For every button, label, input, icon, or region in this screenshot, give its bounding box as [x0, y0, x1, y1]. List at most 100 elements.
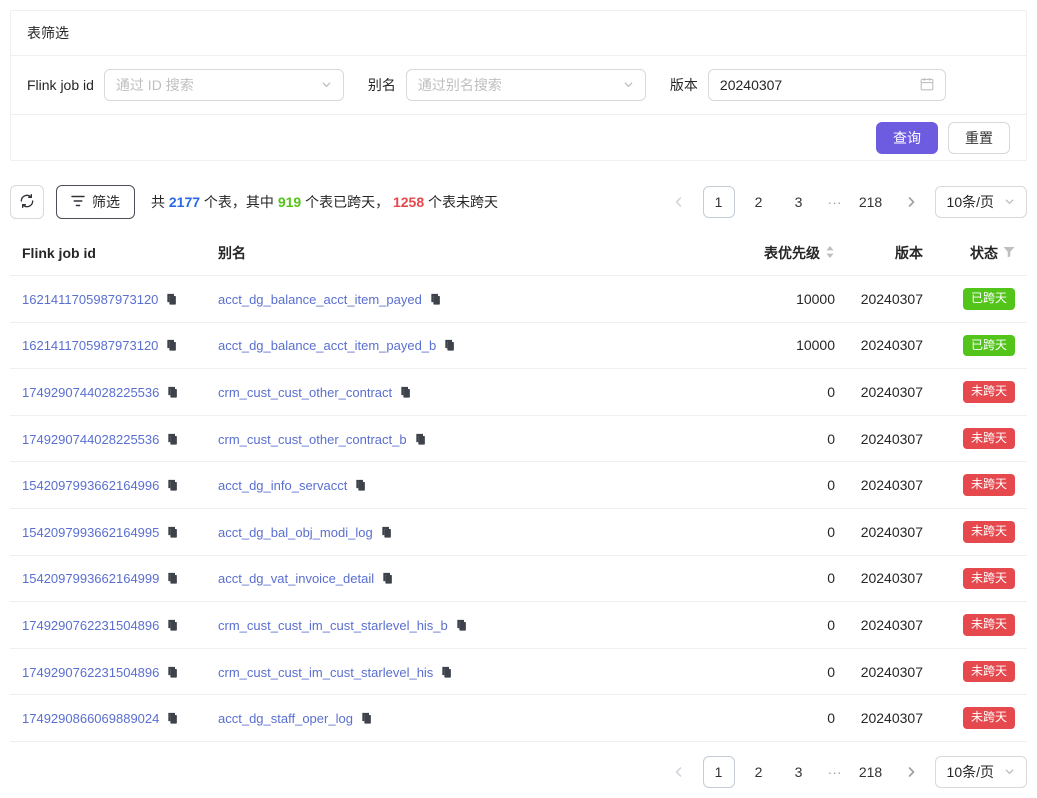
status-badge: 未跨天: [963, 568, 1015, 590]
prev-page-button[interactable]: [663, 186, 695, 218]
page-button-last[interactable]: 218: [855, 186, 887, 218]
page-ellipsis[interactable]: ···: [823, 764, 847, 780]
cell-alias-text: crm_cust_cust_im_cust_starlevel_his_b: [218, 618, 448, 633]
alias-link[interactable]: crm_cust_cust_other_contract_b: [218, 432, 407, 447]
copy-icon[interactable]: [165, 339, 178, 352]
flink-job-id-link[interactable]: 1749290762231504896: [22, 618, 159, 633]
copy-icon[interactable]: [166, 666, 179, 679]
copy-icon[interactable]: [440, 666, 453, 679]
table-row: 1542097993662164996 acct_dg_info_servacc…: [10, 462, 1027, 509]
refresh-button[interactable]: [10, 185, 44, 219]
flink-job-id-select[interactable]: 通过 ID 搜索: [104, 69, 344, 101]
chevron-down-icon: [1004, 194, 1015, 210]
cell-version: 20240307: [847, 462, 935, 509]
chevron-down-icon: [1004, 764, 1015, 780]
table-count-summary: 共 2177 个表，其中 919 个表已跨天， 1258 个表未跨天: [151, 192, 498, 212]
copy-icon[interactable]: [443, 339, 456, 352]
copy-icon[interactable]: [166, 386, 179, 399]
copy-icon[interactable]: [166, 619, 179, 632]
page-ellipsis[interactable]: ···: [823, 194, 847, 210]
alias-link[interactable]: acct_dg_vat_invoice_detail: [218, 571, 374, 586]
table-row: 1749290744028225536 crm_cust_cust_other_…: [10, 369, 1027, 416]
cell-id-text: 1542097993662164999: [22, 571, 159, 586]
alias-link[interactable]: crm_cust_cust_im_cust_starlevel_his_b: [218, 618, 448, 633]
flink-job-id-link[interactable]: 1749290866069889024: [22, 711, 159, 726]
alias-link[interactable]: crm_cust_cust_other_contract: [218, 385, 392, 400]
page-size-select[interactable]: 10条/页: [935, 186, 1027, 218]
alias-link[interactable]: crm_cust_cust_im_cust_starlevel_his: [218, 665, 433, 680]
flink-job-id-link[interactable]: 1621411705987973120: [22, 338, 158, 353]
status-badge: 已跨天: [963, 288, 1015, 310]
prev-page-button[interactable]: [663, 756, 695, 788]
bottom-bar: 1 2 3 ··· 218 10条/页: [10, 756, 1027, 788]
summary-text: 个表，其中: [200, 194, 278, 210]
copy-icon[interactable]: [360, 712, 373, 725]
sort-icon[interactable]: [825, 245, 835, 262]
table-row: 1621411705987973120 acct_dg_balance_acct…: [10, 276, 1027, 323]
page-size-value: 10条/页: [947, 192, 994, 212]
column-header-status[interactable]: 状态: [935, 231, 1027, 276]
filter-button[interactable]: 筛选: [56, 185, 135, 219]
column-header-flink-job-id: Flink job id: [10, 231, 206, 276]
version-date-input[interactable]: 20240307: [708, 69, 946, 101]
page-button-last[interactable]: 218: [855, 756, 887, 788]
table-row: 1749290762231504896 crm_cust_cust_im_cus…: [10, 602, 1027, 649]
flink-job-id-link[interactable]: 1749290744028225536: [22, 385, 159, 400]
copy-icon[interactable]: [429, 293, 442, 306]
flink-job-id-link[interactable]: 1542097993662164999: [22, 571, 159, 586]
cell-alias-text: acct_dg_balance_acct_item_payed_b: [218, 338, 436, 353]
summary-text: 共: [151, 194, 169, 210]
page-button-2[interactable]: 2: [743, 756, 775, 788]
copy-icon[interactable]: [166, 712, 179, 725]
flink-job-id-placeholder: 通过 ID 搜索: [116, 75, 194, 95]
copy-icon[interactable]: [399, 386, 412, 399]
copy-icon[interactable]: [455, 619, 468, 632]
page-button-1[interactable]: 1: [703, 186, 735, 218]
copy-icon[interactable]: [165, 293, 178, 306]
copy-icon[interactable]: [166, 433, 179, 446]
cell-priority: 0: [715, 462, 847, 509]
copy-icon[interactable]: [354, 479, 367, 492]
field-version: 版本 20240307: [670, 69, 946, 101]
alias-link[interactable]: acct_dg_info_servacct: [218, 478, 347, 493]
funnel-icon[interactable]: [1003, 245, 1015, 261]
cell-priority: 0: [715, 508, 847, 555]
page-button-1[interactable]: 1: [703, 756, 735, 788]
next-page-button[interactable]: [895, 186, 927, 218]
page-button-2[interactable]: 2: [743, 186, 775, 218]
refresh-icon: [19, 193, 35, 212]
copy-icon[interactable]: [166, 479, 179, 492]
cell-id-text: 1749290866069889024: [22, 711, 159, 726]
alias-link[interactable]: acct_dg_balance_acct_item_payed: [218, 292, 422, 307]
copy-icon[interactable]: [166, 526, 179, 539]
field-alias: 别名 通过别名搜索: [368, 69, 646, 101]
flink-job-id-link[interactable]: 1749290744028225536: [22, 432, 159, 447]
reset-button[interactable]: 重置: [948, 122, 1010, 154]
copy-icon[interactable]: [380, 526, 393, 539]
copy-icon[interactable]: [166, 572, 179, 585]
copy-icon[interactable]: [381, 572, 394, 585]
column-header-priority[interactable]: 表优先级: [715, 231, 847, 276]
alias-link[interactable]: acct_dg_bal_obj_modi_log: [218, 525, 373, 540]
flink-job-id-label: Flink job id: [27, 77, 94, 93]
alias-link[interactable]: acct_dg_staff_oper_log: [218, 711, 353, 726]
page-button-3[interactable]: 3: [783, 756, 815, 788]
cell-priority: 10000: [715, 322, 847, 369]
summary-text: 个表已跨天，: [301, 194, 393, 210]
flink-job-id-link[interactable]: 1542097993662164995: [22, 525, 159, 540]
alias-link[interactable]: acct_dg_balance_acct_item_payed_b: [218, 338, 436, 353]
page-button-3[interactable]: 3: [783, 186, 815, 218]
copy-icon[interactable]: [414, 433, 427, 446]
status-badge: 未跨天: [963, 428, 1015, 450]
cell-version: 20240307: [847, 322, 935, 369]
query-button[interactable]: 查询: [876, 122, 938, 154]
next-page-button[interactable]: [895, 756, 927, 788]
calendar-icon: [920, 77, 934, 94]
flink-job-id-link[interactable]: 1749290762231504896: [22, 665, 159, 680]
page-size-select[interactable]: 10条/页: [935, 756, 1027, 788]
status-badge: 未跨天: [963, 707, 1015, 729]
cell-version: 20240307: [847, 695, 935, 742]
flink-job-id-link[interactable]: 1542097993662164996: [22, 478, 159, 493]
alias-select[interactable]: 通过别名搜索: [406, 69, 646, 101]
flink-job-id-link[interactable]: 1621411705987973120: [22, 292, 158, 307]
